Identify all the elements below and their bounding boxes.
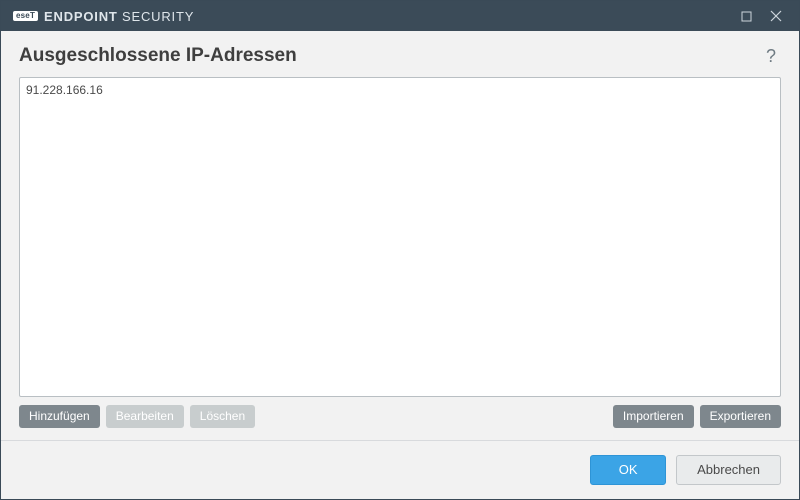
titlebar: eseT ENDPOINT SECURITY <box>1 1 799 31</box>
add-button[interactable]: Hinzufügen <box>19 405 100 429</box>
close-button[interactable] <box>761 1 791 31</box>
page-title: Ausgeschlossene IP-Adressen <box>19 45 297 67</box>
maximize-button[interactable] <box>731 1 761 31</box>
maximize-icon <box>741 11 752 22</box>
ok-button[interactable]: OK <box>590 455 666 485</box>
edit-button[interactable]: Bearbeiten <box>106 405 184 429</box>
dialog-footer: OK Abbrechen <box>1 440 799 499</box>
app-window: eseT ENDPOINT SECURITY Ausgeschlossene I… <box>0 0 800 500</box>
list-item[interactable]: 91.228.166.16 <box>26 82 774 100</box>
content-area: Ausgeschlossene IP-Adressen ? 91.228.166… <box>1 31 799 440</box>
cancel-button[interactable]: Abbrechen <box>676 455 781 485</box>
brand-text: ENDPOINT SECURITY <box>44 9 194 24</box>
export-button[interactable]: Exportieren <box>700 405 781 429</box>
header-row: Ausgeschlossene IP-Adressen ? <box>19 45 781 67</box>
delete-button[interactable]: Löschen <box>190 405 255 429</box>
close-icon <box>770 10 782 22</box>
ip-listbox[interactable]: 91.228.166.16 <box>19 77 781 397</box>
list-toolbar: Hinzufügen Bearbeiten Löschen Importiere… <box>19 397 781 441</box>
brand-rest: SECURITY <box>122 9 194 24</box>
help-button[interactable]: ? <box>761 46 781 67</box>
brand-badge: eseT <box>13 11 38 21</box>
import-button[interactable]: Importieren <box>613 405 694 429</box>
brand-bold: ENDPOINT <box>44 9 118 24</box>
